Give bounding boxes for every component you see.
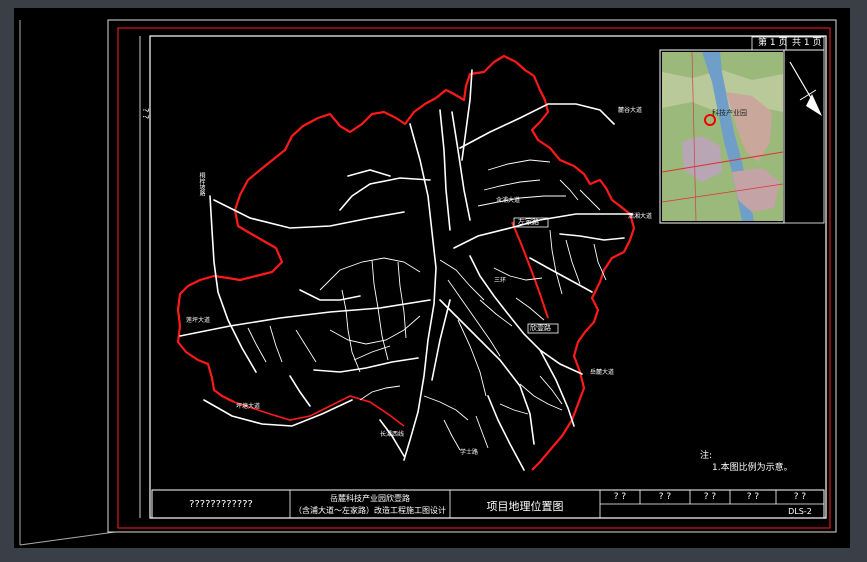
road-label-h: 坪塘大道 xyxy=(236,403,261,410)
road-label-c: 含浦大道 xyxy=(496,197,521,204)
note-line: 1.本图比例为示意。 xyxy=(712,463,793,473)
minor-road-network xyxy=(247,159,607,451)
project-route-red xyxy=(511,221,549,319)
project-title-line2: （含浦大道～左家路）改造工程施工图设计 xyxy=(294,506,446,515)
north-arrow-icon xyxy=(789,61,822,116)
road-label-e: 三环 xyxy=(494,277,507,284)
road-label-f: 岳麓大道 xyxy=(590,369,615,376)
page-total: 共 1 页 xyxy=(792,38,822,48)
drawing-number: DLS-2 xyxy=(788,507,812,516)
road-network xyxy=(179,69,633,471)
inset-map-art xyxy=(662,52,783,221)
road-label-g: 潇湘大道 xyxy=(628,213,653,220)
road-label-b: 欣壹路 xyxy=(530,324,551,332)
titleblock-cell-5: ? ? xyxy=(793,492,807,502)
titleblock-cell-3: ? ? xyxy=(703,492,717,502)
road-label-i: 学士路 xyxy=(460,449,479,456)
project-title-line1: 岳麓科技产业园欣壹路 xyxy=(330,494,410,503)
drawing-title: 项目地理位置图 xyxy=(486,500,564,513)
titleblock-cell-1: ? ? xyxy=(613,492,627,502)
road-label-j: 麓谷大道 xyxy=(618,107,643,114)
road-label-k: 长潭西线 xyxy=(380,431,405,438)
north-box xyxy=(783,49,825,224)
company-name: ???????????? xyxy=(189,499,253,510)
side-label: ? ? xyxy=(141,108,150,120)
bottom-frame-line xyxy=(19,531,116,546)
note-title: 注: xyxy=(700,451,713,461)
road-label-boxes xyxy=(513,217,559,334)
road-label-l: 桐梓坡路 xyxy=(198,172,205,196)
inset-marker-label: 科技产业园 xyxy=(712,109,747,117)
project-boundary-west xyxy=(176,209,284,403)
road-label-d: 莲坪大道 xyxy=(186,317,211,324)
titleblock-cell-4: ? ? xyxy=(746,492,760,502)
project-boundary-south xyxy=(233,395,405,427)
cad-viewport[interactable]: 科技产业园 第 1 页 共 1 页 ? ? 注: 1.本图比例为示意。 左家路 … xyxy=(0,0,867,562)
road-label-a: 左家路 xyxy=(518,218,539,226)
location-inset-map: 科技产业园 xyxy=(662,52,783,221)
page-number: 第 1 页 xyxy=(758,38,788,48)
titleblock-cell-2: ? ? xyxy=(658,492,672,502)
project-boundary xyxy=(233,54,636,471)
